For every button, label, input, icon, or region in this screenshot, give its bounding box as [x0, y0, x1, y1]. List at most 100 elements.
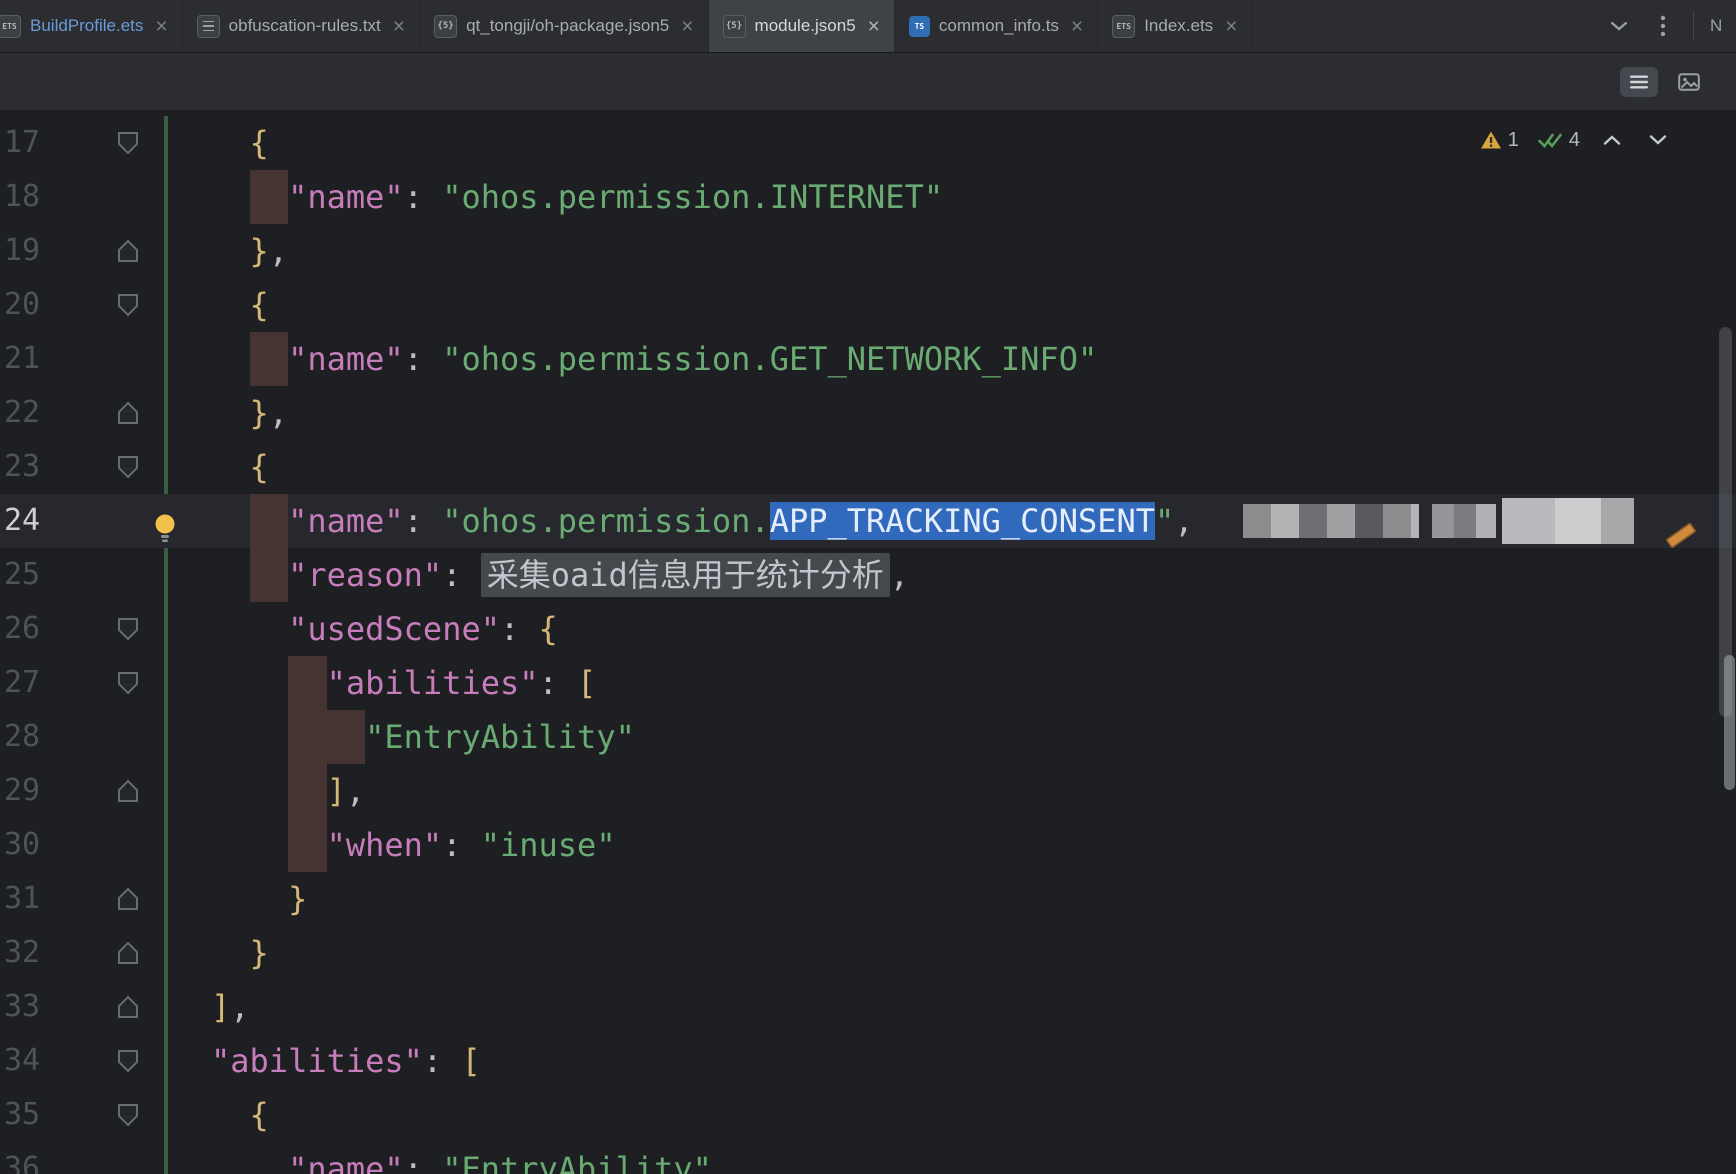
- fold-up-icon[interactable]: [106, 926, 150, 980]
- tab-buildprofile-ets[interactable]: ETSBuildProfile.ets×: [0, 0, 183, 52]
- code-text: {: [211, 440, 1736, 494]
- tab-obfuscation-rules-txt[interactable]: obfuscation-rules.txt ×: [183, 0, 420, 52]
- fold-up-icon[interactable]: [106, 386, 150, 440]
- token-string: "inuse": [481, 826, 616, 864]
- line-number: 20: [0, 278, 70, 332]
- code-line-18[interactable]: 18 "name": "ohos.permission.INTERNET": [0, 170, 1736, 224]
- code-line-20[interactable]: 20 {: [0, 278, 1736, 332]
- line-number: 25: [0, 548, 70, 602]
- double-check-icon: [1537, 130, 1563, 150]
- code-text: }: [211, 872, 1736, 926]
- divider: [1693, 11, 1694, 41]
- token-brace: {: [250, 448, 269, 486]
- selected-text: APP_TRACKING_CONSENT: [770, 502, 1155, 540]
- scrollbar-thumb-bright[interactable]: [1724, 655, 1735, 790]
- warnings-indicator[interactable]: 1: [1480, 129, 1519, 152]
- close-icon[interactable]: ×: [155, 16, 167, 37]
- code-line-21[interactable]: 21 "name": "ohos.permission.GET_NETWORK_…: [0, 332, 1736, 386]
- code-line-27[interactable]: 27 "abilities": [: [0, 656, 1736, 710]
- code-text: ],: [211, 764, 1736, 818]
- token-key: "reason": [288, 556, 442, 594]
- code-line-32[interactable]: 32 }: [0, 926, 1736, 980]
- fold-down-icon[interactable]: [106, 440, 150, 494]
- token-brace: {: [250, 124, 269, 162]
- code-line-31[interactable]: 31 }: [0, 872, 1736, 926]
- code-line-36[interactable]: 36 "name": "EntryAbility",: [0, 1142, 1736, 1174]
- tab-common-info-ts[interactable]: TScommon_info.ts×: [895, 0, 1098, 52]
- code-line-22[interactable]: 22 },: [0, 386, 1736, 440]
- code-line-29[interactable]: 29 ],: [0, 764, 1736, 818]
- tab-label: BuildProfile.ets: [30, 0, 143, 52]
- code-line-19[interactable]: 19 },: [0, 224, 1736, 278]
- fold-down-icon[interactable]: [106, 602, 150, 656]
- line-number: 32: [0, 926, 70, 980]
- code-text: "reason": 采集oaid信息用于统计分析,: [211, 548, 1736, 602]
- tab-index-ets[interactable]: ETSIndex.ets×: [1098, 0, 1252, 52]
- code-line-23[interactable]: 23 {: [0, 440, 1736, 494]
- token-key: "when": [327, 826, 443, 864]
- line-number: 33: [0, 980, 70, 1034]
- code-text: },: [211, 386, 1736, 440]
- code-text: }: [211, 926, 1736, 980]
- token-key: "name": [288, 340, 404, 378]
- censored-region: [1502, 498, 1634, 544]
- line-number: 27: [0, 656, 70, 710]
- line-number: 17: [0, 116, 70, 170]
- code-line-35[interactable]: 35 {: [0, 1088, 1736, 1142]
- list-view-toggle[interactable]: [1620, 67, 1658, 97]
- editor-toolbar: [0, 53, 1736, 111]
- image-view-toggle[interactable]: [1670, 67, 1708, 97]
- line-number: 22: [0, 386, 70, 440]
- next-problem-chevron-down-icon[interactable]: [1644, 126, 1672, 154]
- code-line-24[interactable]: 24 "name": "ohos.permission.APP_TRACKING…: [0, 494, 1736, 548]
- close-icon[interactable]: ×: [1071, 16, 1083, 37]
- tab-bar-actions: N: [1589, 0, 1736, 52]
- code-text: "EntryAbility": [211, 710, 1736, 764]
- close-icon[interactable]: ×: [1225, 16, 1237, 37]
- tab-label: obfuscation-rules.txt: [229, 0, 381, 52]
- token-key: "usedScene": [288, 610, 500, 648]
- token-brace: [: [461, 1042, 480, 1080]
- chevron-down-icon[interactable]: [1605, 12, 1633, 40]
- fold-up-icon[interactable]: [106, 764, 150, 818]
- token-key: "abilities": [327, 664, 539, 702]
- fold-up-icon[interactable]: [106, 224, 150, 278]
- code-line-28[interactable]: 28 "EntryAbility": [0, 710, 1736, 764]
- tab-qt-tongji-oh-package-json5[interactable]: {5}qt_tongji/oh-package.json5×: [420, 0, 708, 52]
- warning-icon: [1480, 130, 1502, 150]
- code-line-34[interactable]: 34"abilities": [: [0, 1034, 1736, 1088]
- line-number: 35: [0, 1088, 70, 1142]
- close-icon[interactable]: ×: [393, 16, 405, 37]
- fold-down-icon[interactable]: [106, 656, 150, 710]
- fold-up-icon[interactable]: [106, 872, 150, 926]
- token-brace: }: [250, 232, 269, 270]
- token-brace: }: [250, 934, 269, 972]
- line-number: 24: [0, 494, 70, 548]
- close-icon[interactable]: ×: [681, 16, 693, 37]
- fold-down-icon[interactable]: [106, 278, 150, 332]
- code-text: ],: [211, 980, 1736, 1034]
- more-options-kebab-icon[interactable]: [1649, 12, 1677, 40]
- close-icon[interactable]: ×: [868, 16, 880, 37]
- token-brace: {: [250, 1096, 269, 1134]
- intention-bulb-icon[interactable]: [152, 506, 178, 560]
- code-line-26[interactable]: 26 "usedScene": {: [0, 602, 1736, 656]
- code-line-25[interactable]: 25 "reason": 采集oaid信息用于统计分析,: [0, 548, 1736, 602]
- fold-down-icon[interactable]: [106, 1088, 150, 1142]
- token-punct: :: [539, 664, 578, 702]
- fold-down-icon[interactable]: [106, 116, 150, 170]
- tab-module-json5[interactable]: {5}module.json5×: [709, 0, 895, 52]
- prev-problem-chevron-up-icon[interactable]: [1598, 126, 1626, 154]
- line-number: 23: [0, 440, 70, 494]
- code-text: {: [211, 278, 1736, 332]
- code-line-17[interactable]: 17 {: [0, 116, 1736, 170]
- token-key: "name": [288, 178, 404, 216]
- code-line-33[interactable]: 33],: [0, 980, 1736, 1034]
- passed-indicator[interactable]: 4: [1537, 129, 1580, 152]
- fold-up-icon[interactable]: [106, 980, 150, 1034]
- line-number: 36: [0, 1142, 70, 1174]
- code-text: "name": "ohos.permission.GET_NETWORK_INF…: [211, 332, 1736, 386]
- token-punct: :: [404, 502, 443, 540]
- fold-down-icon[interactable]: [106, 1034, 150, 1088]
- code-line-30[interactable]: 30 "when": "inuse": [0, 818, 1736, 872]
